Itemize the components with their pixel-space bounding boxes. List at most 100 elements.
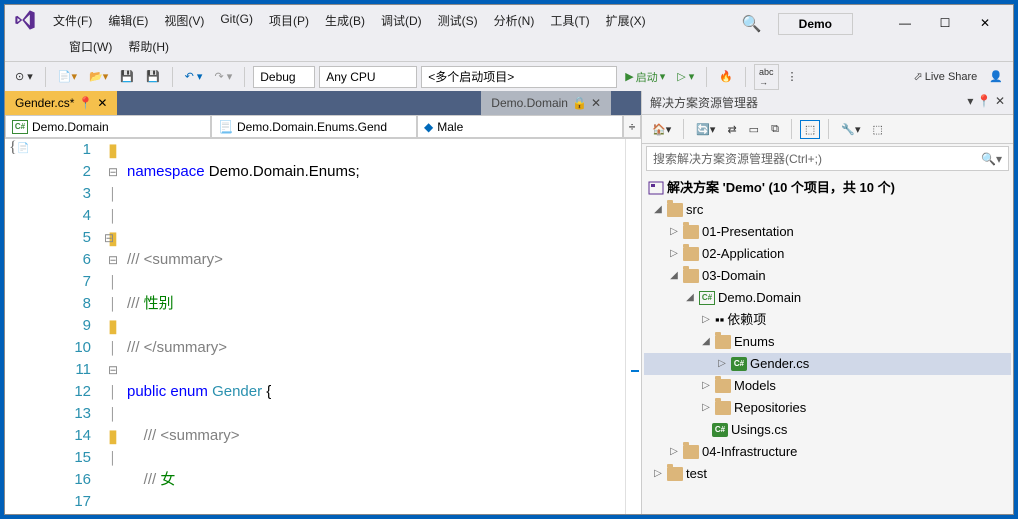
menu-project[interactable]: 项目(P) (261, 8, 317, 33)
folder-icon (715, 379, 731, 393)
solution-icon (648, 181, 664, 195)
menu-debug[interactable]: 调试(D) (373, 8, 430, 33)
solution-node[interactable]: 解决方案 'Demo' (10 个项目，共 10 个) (644, 177, 1011, 199)
folder-icon (683, 269, 699, 283)
code-content[interactable]: namespace Demo.Domain.Enums; /// <summar… (123, 139, 625, 514)
enums-folder[interactable]: ◢Enums (644, 331, 1011, 353)
enum-icon: 📃 (218, 120, 233, 134)
outline-margin[interactable]: ▮⊟││▮⊟⊟││▮│⊟││▮│ (103, 139, 123, 514)
scrollbar[interactable] (625, 139, 641, 514)
folder-icon (667, 203, 683, 217)
menu-build[interactable]: 生成(B) (317, 8, 373, 33)
menu-view[interactable]: 视图(V) (156, 8, 212, 33)
presentation-folder[interactable]: ▷01-Presentation (644, 221, 1011, 243)
infra-folder[interactable]: ▷04-Infrastructure (644, 441, 1011, 463)
sb-tool3[interactable]: ▭ (745, 121, 763, 138)
menu-edit[interactable]: 编辑(E) (100, 8, 156, 33)
domain-folder[interactable]: ◢03-Domain (644, 265, 1011, 287)
menu-extensions[interactable]: 扩展(X) (598, 8, 654, 33)
tab-close-icon[interactable]: ✕ (97, 96, 107, 110)
folder-icon (683, 247, 699, 261)
solution-label: 解决方案 'Demo' (10 个项目，共 10 个) (667, 178, 895, 198)
abc-button[interactable]: abc→ (754, 64, 779, 90)
feedback-button[interactable]: 👤 (985, 68, 1007, 85)
sb-tool4[interactable]: ⧉ (767, 121, 783, 138)
sb-tool7[interactable]: ⬚ (869, 121, 887, 138)
nav-member-label: Male (437, 120, 463, 134)
folder-icon (715, 335, 731, 349)
sb-home-button[interactable]: 🏠▾ (648, 121, 675, 138)
explorer-search[interactable]: 搜索解决方案资源管理器(Ctrl+;) 🔍▾ (646, 146, 1009, 171)
application-folder[interactable]: ▷02-Application (644, 243, 1011, 265)
solution-tree[interactable]: 解决方案 'Demo' (10 个项目，共 10 个) ◢src ▷01-Pre… (642, 173, 1013, 514)
menu-analyze[interactable]: 分析(N) (486, 8, 543, 33)
close-button[interactable]: ✕ (965, 11, 1005, 35)
more-button[interactable]: ⋮ (783, 68, 802, 85)
tab-label: Gender.cs* (15, 96, 74, 110)
tab-pin-icon[interactable]: 📍 (78, 96, 93, 110)
lock-icon: 🔒 (572, 96, 587, 110)
nav-type[interactable]: 📃 Demo.Domain.Enums.Gend (211, 115, 417, 138)
field-icon: ◆ (424, 120, 433, 134)
cs-file-icon: C# (712, 423, 728, 437)
test-folder[interactable]: ▷test (644, 463, 1011, 485)
liveshare-label: Live Share (925, 71, 978, 83)
undo-button[interactable]: ↶ ▾ (181, 68, 207, 85)
sb-tool5[interactable]: ⬚ (800, 120, 820, 139)
nav-namespace[interactable]: C# Demo.Domain (5, 115, 211, 138)
explorer-title: 解决方案资源管理器 (650, 94, 758, 111)
search-icon: 🔍▾ (981, 152, 1002, 166)
liveshare-button[interactable]: ⬀ Live Share (909, 68, 981, 85)
sb-tool2[interactable]: ⇄ (723, 121, 740, 138)
nav-type-label: Demo.Domain.Enums.Gend (237, 120, 387, 134)
domain-project[interactable]: ◢C#Demo.Domain (644, 287, 1011, 309)
start-label: 启动 (636, 69, 658, 85)
menu-window[interactable]: 窗口(W) (61, 34, 120, 59)
search-placeholder: 搜索解决方案资源管理器(Ctrl+;) (653, 150, 822, 167)
redo-button[interactable]: ↷ ▾ (210, 68, 236, 85)
menu-help[interactable]: 帮助(H) (120, 34, 177, 59)
save-button[interactable]: 💾 (116, 68, 138, 85)
menu-tools[interactable]: 工具(T) (542, 8, 597, 33)
sb-tool1[interactable]: 🔄▾ (692, 121, 719, 138)
vs-logo-icon (13, 8, 37, 32)
app-title: Demo (778, 13, 853, 35)
models-folder[interactable]: ▷Models (644, 375, 1011, 397)
tab-gender[interactable]: Gender.cs* 📍 ✕ (5, 91, 117, 115)
nav-back-button[interactable]: ⊙ ▾ (11, 68, 37, 85)
tab-demo-domain[interactable]: Demo.Domain 🔒 ✕ (481, 91, 611, 115)
repos-folder[interactable]: ▷Repositories (644, 397, 1011, 419)
start-nodebug-button[interactable]: ▷ ▾ (673, 68, 698, 85)
cs-proj-icon: C# (12, 120, 28, 134)
maximize-button[interactable]: ☐ (925, 11, 965, 35)
menu-file[interactable]: 文件(F) (45, 8, 100, 33)
usings-file[interactable]: C#Usings.cs (644, 419, 1011, 441)
gender-file[interactable]: ▷C#Gender.cs (644, 353, 1011, 375)
deps-icon: ▪▪ (715, 310, 724, 330)
folder-icon (715, 401, 731, 415)
tab-label: Demo.Domain (491, 96, 568, 110)
menu-git[interactable]: Git(G) (212, 8, 261, 33)
cs-file-icon: C# (731, 357, 747, 371)
nav-ns-label: Demo.Domain (32, 120, 109, 134)
minimize-button[interactable]: — (885, 11, 925, 35)
config-select[interactable]: Debug (253, 66, 315, 88)
search-icon[interactable]: 🔍 (742, 14, 762, 34)
folder-icon (667, 467, 683, 481)
src-folder[interactable]: ◢src (644, 199, 1011, 221)
nav-member[interactable]: ◆ Male (417, 115, 623, 138)
hot-reload-button[interactable]: 🔥 (715, 68, 737, 85)
menu-test[interactable]: 测试(S) (430, 8, 486, 33)
sb-tool6[interactable]: 🔧▾ (837, 121, 864, 138)
line-numbers: 1234567891011121314151617 (53, 139, 103, 514)
open-button[interactable]: 📂▾ (85, 68, 112, 85)
code-margin: {📄 (5, 139, 53, 514)
startup-select[interactable]: <多个启动项目> (421, 66, 617, 88)
split-button[interactable]: ÷ (623, 115, 641, 138)
platform-select[interactable]: Any CPU (319, 66, 417, 88)
new-item-button[interactable]: 📄▾ (54, 68, 81, 85)
save-all-button[interactable]: 💾 (142, 68, 164, 85)
deps-node[interactable]: ▷▪▪依赖项 (644, 309, 1011, 331)
start-button[interactable]: ▶ 启动 ▾ (621, 67, 669, 87)
explorer-pins[interactable]: ▾ 📍 ✕ (967, 94, 1005, 111)
